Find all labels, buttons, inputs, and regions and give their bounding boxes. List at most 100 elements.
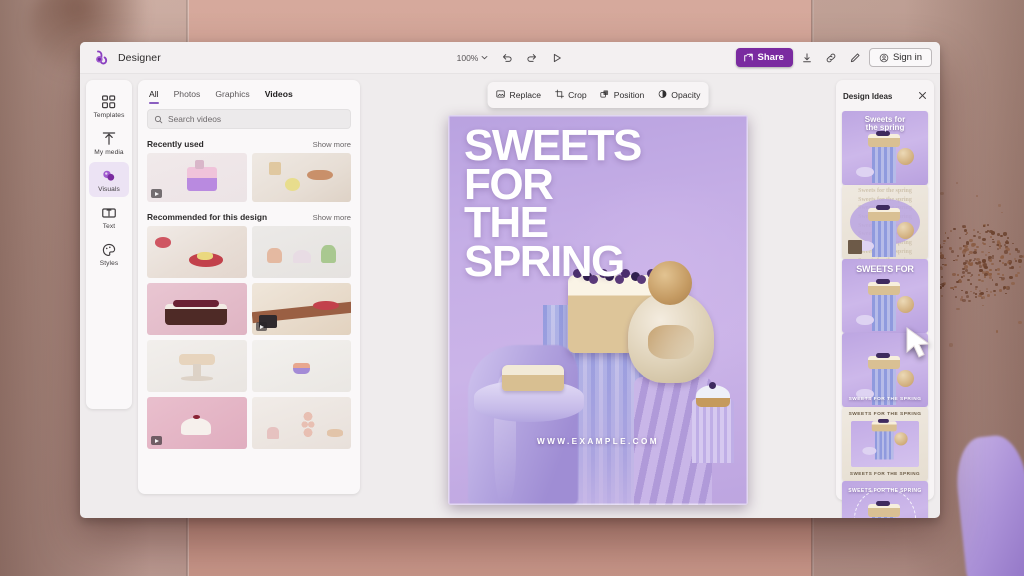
- close-design-ideas-button[interactable]: [918, 87, 927, 105]
- idea-ball: [897, 148, 914, 165]
- search-input[interactable]: Search videos: [147, 109, 351, 129]
- rail-item-my-media[interactable]: My media: [89, 125, 129, 160]
- zoom-control[interactable]: 100%: [453, 51, 493, 65]
- assets-panel: All Photos Graphics Videos Search videos Re…: [138, 80, 360, 494]
- design-ideas-list: Sweets for the spring Sweets for the sprin…: [842, 111, 928, 518]
- idea-square-accent: [848, 240, 862, 254]
- idea-cake: [868, 353, 900, 369]
- link-button[interactable]: [821, 48, 841, 68]
- idea-thumbnail-art: [856, 131, 914, 183]
- idea-plate: [856, 315, 874, 325]
- idea-card-text: SWEETS FOR THE SPRING: [848, 488, 922, 494]
- styles-palette-icon: [101, 241, 118, 258]
- asset-thumbnail-white-pudding-video[interactable]: [147, 397, 247, 449]
- asset-thumbnail-macaron-tower-photo[interactable]: [251, 397, 351, 449]
- design-canvas[interactable]: SWEETS FOR THE SPRING WWW.EXAMPLE.COM: [448, 115, 748, 505]
- asset-thumbnail-grid: [147, 226, 351, 449]
- crop-icon: [554, 89, 564, 101]
- idea-repeating-text-pattern[interactable]: Sweets for the springSweets for the spri…: [842, 185, 928, 259]
- download-icon: [803, 52, 811, 62]
- context-position-button[interactable]: Position: [600, 89, 644, 101]
- asset-sections: Recently used Show more Recommended for th…: [147, 139, 351, 449]
- canvas-mini-dessert: [696, 382, 730, 407]
- mouse-pointer: [905, 326, 935, 365]
- title-bar: Designer 100% Share Sign in: [80, 42, 940, 74]
- context-button-label: Opacity: [671, 90, 701, 100]
- app-title: Designer: [118, 51, 161, 64]
- canvas-left-tart: [502, 365, 564, 391]
- rail-item-label: Visuals: [98, 186, 120, 193]
- show-more-link[interactable]: Show more: [313, 140, 351, 149]
- asset-tab-graphics[interactable]: Graphics: [215, 89, 249, 104]
- idea-ball: [894, 432, 908, 446]
- idea-circular-text[interactable]: SWEETS FOR THE SPRING: [842, 481, 928, 518]
- idea-thumbnail-art: [862, 418, 908, 460]
- link-icon: [826, 53, 836, 62]
- idea-cake: [868, 205, 900, 221]
- sign-in-button[interactable]: Sign in: [868, 48, 932, 67]
- show-more-link[interactable]: Show more: [313, 213, 351, 222]
- video-badge-icon: [151, 436, 162, 445]
- undo-button[interactable]: [497, 48, 517, 68]
- canvas-heading-text[interactable]: SWEETS FOR THE SPRING: [464, 124, 738, 287]
- idea-column: [874, 428, 894, 460]
- asset-tab-videos[interactable]: Videos: [265, 89, 293, 104]
- video-badge-icon: [151, 189, 162, 198]
- asset-thumbnail-grid: [147, 153, 351, 202]
- download-button[interactable]: [797, 48, 817, 68]
- asset-tab-photos[interactable]: Photos: [174, 89, 201, 104]
- asset-thumbnail-cherry-chocolate-cake-photo[interactable]: [147, 283, 247, 335]
- rail-item-templates[interactable]: Templates: [89, 88, 129, 123]
- idea-sweets-for-the-spring-top[interactable]: Sweets for the spring: [842, 111, 928, 185]
- design-ideas-title: Design Ideas: [843, 91, 893, 101]
- redo-button[interactable]: [522, 48, 542, 68]
- share-button[interactable]: Share: [735, 48, 793, 67]
- asset-section-header: Recently used Show more: [147, 139, 351, 149]
- undo-icon: [503, 53, 512, 62]
- idea-ball: [897, 296, 914, 313]
- context-crop-button[interactable]: Crop: [554, 89, 587, 101]
- idea-ball: [897, 222, 914, 239]
- context-button-label: Crop: [568, 90, 587, 100]
- share-label: Share: [757, 52, 784, 63]
- design-ideas-header: Design Ideas: [842, 87, 928, 106]
- rail-item-text[interactable]: Text: [89, 199, 129, 234]
- title-bar-right-controls: Share Sign in: [735, 48, 932, 68]
- idea-framed-caption[interactable]: SWEETS FOR THE SPRING SWEETS FOR THE SPRI…: [842, 407, 928, 481]
- asset-thumbnail-wooden-board-sweets-video[interactable]: [251, 283, 351, 335]
- designer-logo-icon: [92, 48, 111, 67]
- pen-icon: [850, 52, 860, 62]
- rail-item-styles[interactable]: Styles: [89, 236, 129, 271]
- context-opacity-button[interactable]: Opacity: [657, 89, 700, 101]
- canvas-mini-pedestal: [692, 399, 734, 463]
- asset-thumbnail-layered-cake-stand-photo[interactable]: [147, 340, 247, 392]
- asset-tab-all[interactable]: All: [149, 89, 159, 104]
- asset-thumbnail-lemon-tart-plate-photo[interactable]: [147, 226, 247, 278]
- sign-in-label: Sign in: [892, 52, 922, 63]
- context-replace-button[interactable]: Replace: [496, 89, 541, 101]
- designer-app-window: Designer 100% Share Sign in Templates My…: [80, 42, 940, 518]
- idea-card-text: SWEETS FOR THE SPRING: [848, 396, 922, 402]
- idea-ball: [897, 370, 914, 387]
- idea-card-text: SWEETS FOR: [856, 264, 914, 274]
- play-button[interactable]: [547, 48, 567, 68]
- pen-button[interactable]: [845, 48, 865, 68]
- search-icon: [154, 115, 163, 123]
- canvas-heading-line-4: SPRING: [464, 237, 625, 287]
- canvas-url-text[interactable]: WWW.EXAMPLE.COM: [448, 437, 748, 446]
- upload-media-icon: [101, 130, 118, 147]
- idea-column: [872, 291, 896, 331]
- idea-column: [872, 217, 896, 257]
- idea-sweets-for-caps[interactable]: SWEETS FOR: [842, 259, 928, 333]
- asset-thumbnail-cupcake-photo[interactable]: [251, 340, 351, 392]
- idea-cake: [871, 418, 897, 432]
- share-icon: [743, 53, 753, 62]
- rail-item-visuals[interactable]: Visuals: [89, 162, 129, 197]
- idea-cake: [868, 131, 900, 147]
- asset-thumbnail-three-desserts-photo[interactable]: [251, 226, 351, 278]
- left-nav-rail: Templates My media Visuals Text Styles: [86, 80, 132, 409]
- asset-thumbnail-pink-tiered-cake-video[interactable]: [147, 153, 247, 202]
- app-body: Templates My media Visuals Text Styles All Ph…: [80, 74, 940, 518]
- asset-thumbnail-dessert-table-photo[interactable]: [251, 153, 351, 202]
- rail-item-label: Text: [102, 223, 116, 230]
